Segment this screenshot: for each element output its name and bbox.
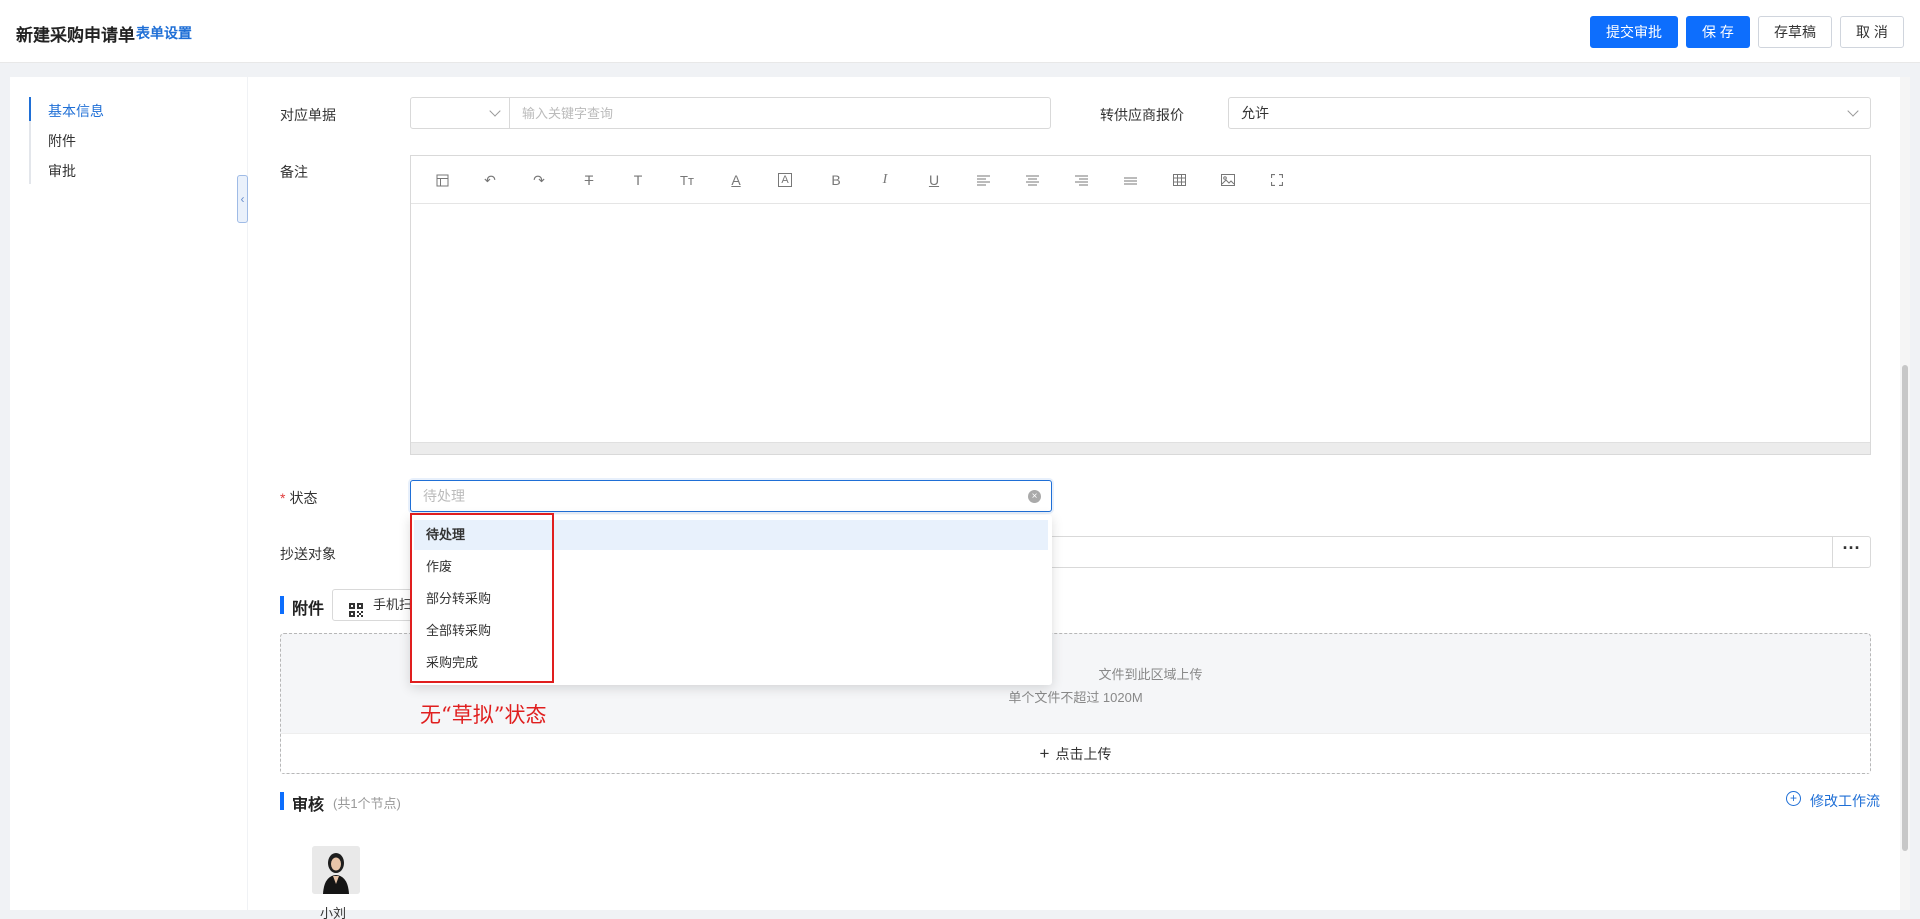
status-label: * 状态 bbox=[280, 490, 318, 506]
chevron-down-icon bbox=[489, 105, 501, 117]
cancel-button[interactable]: 取 消 bbox=[1840, 16, 1904, 48]
cc-label: 抄送对象 bbox=[280, 546, 336, 562]
related-doc-label: 对应单据 bbox=[280, 107, 336, 123]
horizontal-rule-icon[interactable] bbox=[1119, 170, 1141, 190]
section-accent-bar bbox=[280, 596, 284, 614]
person-icon bbox=[312, 846, 360, 894]
section-nav: 基本信息 附件 审批 bbox=[10, 77, 247, 910]
remarks-label: 备注 bbox=[280, 164, 308, 180]
template-icon[interactable] bbox=[431, 170, 453, 190]
supplier-quote-value: 允许 bbox=[1241, 105, 1269, 121]
font-color-icon[interactable]: A bbox=[725, 170, 747, 190]
font-size-icon[interactable]: T bbox=[627, 170, 649, 190]
attachments-section-title: 附件 bbox=[292, 601, 325, 618]
status-option-pending[interactable]: 待处理 bbox=[414, 520, 1048, 550]
required-mark: * bbox=[280, 490, 286, 506]
nav-item-basic-info[interactable]: 基本信息 bbox=[48, 101, 104, 121]
form-settings-link[interactable]: 表单设置 bbox=[136, 23, 192, 43]
status-option-all-to-purchase[interactable]: 全部转采购 bbox=[414, 616, 1048, 646]
cc-more-button[interactable]: ··· bbox=[1832, 536, 1871, 568]
undo-icon[interactable]: ↶ bbox=[479, 170, 501, 190]
image-icon[interactable] bbox=[1217, 170, 1239, 190]
underline-icon[interactable]: U bbox=[923, 170, 945, 190]
table-icon[interactable] bbox=[1168, 170, 1190, 190]
remarks-rich-text-editor: ↶ ↷ T T Tт A A B I U bbox=[410, 155, 1871, 455]
click-upload-button[interactable]: + 点击上传 bbox=[281, 733, 1870, 773]
highlight-color-icon[interactable]: A bbox=[774, 170, 796, 190]
status-dropdown-menu: 待处理 作废 部分转采购 全部转采购 采购完成 bbox=[410, 515, 1052, 685]
chevron-down-icon bbox=[1847, 105, 1859, 117]
page-title: 新建采购申请单 bbox=[16, 26, 135, 45]
supplier-quote-label: 转供应商报价 bbox=[1100, 107, 1184, 123]
page-scrollbar-thumb[interactable] bbox=[1902, 365, 1908, 851]
nav-item-attachments[interactable]: 附件 bbox=[48, 131, 76, 151]
status-select[interactable]: 待处理 × bbox=[410, 480, 1052, 512]
align-right-icon[interactable] bbox=[1070, 170, 1092, 190]
related-doc-type-select[interactable] bbox=[410, 97, 510, 129]
header: 新建采购申请单 表单设置 提交审批 保 存 存草稿 取 消 bbox=[0, 0, 1920, 63]
status-option-purchase-complete[interactable]: 采购完成 bbox=[414, 648, 1048, 678]
italic-icon[interactable]: I bbox=[874, 170, 896, 190]
align-left-icon[interactable] bbox=[972, 170, 994, 190]
collapse-sidebar-handle[interactable]: ‹ bbox=[237, 175, 248, 223]
editor-resize-bar[interactable] bbox=[411, 442, 1870, 454]
fullscreen-icon[interactable] bbox=[1266, 170, 1288, 190]
status-option-partial-to-purchase[interactable]: 部分转采购 bbox=[414, 584, 1048, 614]
chevron-left-icon: ‹ bbox=[240, 192, 245, 206]
click-upload-label: 点击上传 bbox=[1055, 746, 1112, 762]
font-size-adjust-icon[interactable]: Tт bbox=[676, 170, 698, 190]
clear-icon[interactable]: × bbox=[1028, 490, 1041, 503]
related-doc-search-input[interactable] bbox=[509, 97, 1051, 129]
status-select-placeholder: 待处理 bbox=[423, 488, 465, 504]
mobile-scan-label: 手机扫 bbox=[373, 597, 413, 612]
save-draft-button[interactable]: 存草稿 bbox=[1758, 16, 1832, 48]
avatar bbox=[312, 846, 360, 894]
status-option-void[interactable]: 作废 bbox=[414, 552, 1048, 582]
approver-name: 小刘 bbox=[320, 906, 347, 919]
save-button[interactable]: 保 存 bbox=[1686, 16, 1750, 48]
nav-active-indicator bbox=[29, 97, 31, 121]
review-node-count: (共1个节点) bbox=[333, 796, 401, 811]
strikethrough-icon[interactable]: T bbox=[578, 170, 600, 190]
align-center-icon[interactable] bbox=[1021, 170, 1043, 190]
section-accent-bar bbox=[280, 792, 284, 810]
plus-icon: + bbox=[1039, 744, 1050, 763]
nav-item-approval[interactable]: 审批 bbox=[48, 161, 76, 181]
add-circle-icon: + bbox=[1786, 791, 1801, 806]
modify-workflow-link[interactable]: 修改工作流 bbox=[1810, 791, 1880, 811]
qr-code-icon bbox=[349, 598, 363, 620]
editor-toolbar: ↶ ↷ T T Tт A A B I U bbox=[411, 156, 1870, 204]
annotation-note: 无“草拟”状态 bbox=[420, 703, 547, 727]
submit-approval-button[interactable]: 提交审批 bbox=[1590, 16, 1678, 48]
bold-icon[interactable]: B bbox=[825, 170, 847, 190]
review-section-title: 审核 bbox=[292, 797, 325, 814]
supplier-quote-select[interactable]: 允许 bbox=[1228, 97, 1871, 129]
redo-icon[interactable]: ↷ bbox=[528, 170, 550, 190]
